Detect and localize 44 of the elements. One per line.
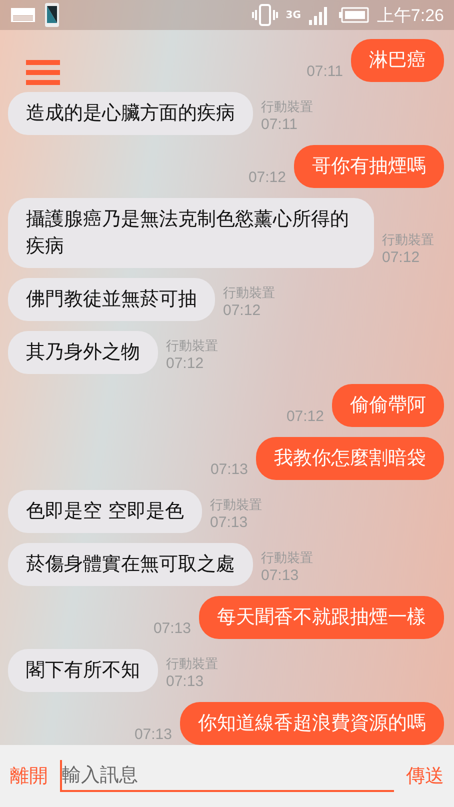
sender-label: 行動裝置 <box>223 285 275 302</box>
message-time: 07:13 <box>134 726 172 743</box>
message-time: 07:13 <box>261 567 300 584</box>
phone-icon <box>44 3 60 27</box>
message-time: 07:13 <box>153 620 191 637</box>
message-time: 07:13 <box>210 461 248 478</box>
leave-button[interactable]: 離開 <box>10 763 48 789</box>
message-time: 07:13 <box>210 514 249 531</box>
message-time: 07:11 <box>306 63 343 80</box>
received-message: 造成的是心臟方面的疾病 <box>8 92 253 135</box>
sender-label: 行動裝置 <box>166 338 218 355</box>
message-input[interactable]: 輸入訊息 <box>62 764 394 786</box>
battery-icon <box>338 7 369 23</box>
message-time: 07:12 <box>286 408 324 425</box>
received-message: 其乃身外之物 <box>8 331 158 374</box>
sent-message: 我教你怎麼割暗袋 <box>256 437 444 480</box>
message-time: 07:12 <box>223 302 262 319</box>
received-message: 菸傷身體實在無可取之處 <box>8 543 253 586</box>
message-time: 07:12 <box>382 249 421 266</box>
message-time: 07:13 <box>166 673 205 690</box>
sent-message: 淋巴癌 <box>351 39 444 82</box>
menu-icon[interactable] <box>26 60 60 86</box>
message-time: 07:11 <box>261 116 298 133</box>
vibrate-icon <box>252 4 278 26</box>
sender-label: 行動裝置 <box>382 232 434 249</box>
sent-message: 你知道線香超浪費資源的嗎 <box>180 702 444 745</box>
sent-message: 偷偷帶阿 <box>332 384 444 427</box>
sender-label: 行動裝置 <box>261 550 313 567</box>
received-message: 攝護腺癌乃是無法克制色慾薰心所得的疾病 <box>8 198 374 268</box>
sent-message: 哥你有抽煙嗎 <box>294 145 444 188</box>
received-message: 閣下有所不知 <box>8 649 158 692</box>
message-field[interactable]: 輸入訊息 <box>60 760 394 792</box>
sender-label: 行動裝置 <box>261 99 313 116</box>
sender-label: 行動裝置 <box>166 656 218 673</box>
sent-message: 每天聞香不就跟抽煙一樣 <box>199 596 444 639</box>
sender-label: 行動裝置 <box>210 497 262 514</box>
message-time: 07:12 <box>166 355 205 372</box>
send-button[interactable]: 傳送 <box>406 763 444 789</box>
received-message: 色即是空 空即是色 <box>8 490 202 533</box>
network-type: 3G <box>286 10 301 20</box>
received-message: 佛門教徒並無菸可抽 <box>8 278 215 321</box>
image-icon <box>10 7 36 23</box>
clock: 上午7:26 <box>376 4 444 26</box>
message-time: 07:12 <box>248 169 286 186</box>
